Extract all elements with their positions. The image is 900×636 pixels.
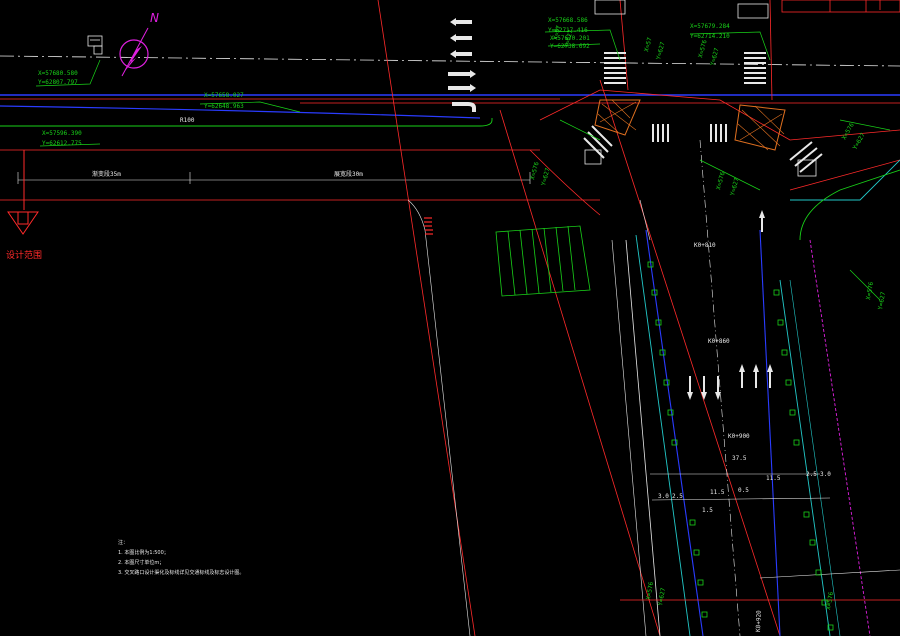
green-lane-table — [495, 225, 591, 297]
zebra-crossing-diagonal-right — [789, 141, 823, 173]
svg-text:X=576: X=576 — [715, 171, 727, 191]
coord-y-2: Y=62648.963 — [204, 103, 244, 110]
svg-text:X=576: X=576 — [529, 161, 541, 181]
zebra-crossing-diagonal-left — [583, 125, 613, 159]
coord-x-6: X=57679.284 — [690, 23, 730, 30]
coord-y-5: Y=62738.692 — [550, 43, 590, 50]
notes-item-1: 1. 本图比例为1:500； — [118, 550, 169, 556]
svg-text:X=576: X=576 — [697, 39, 709, 59]
lane-arrows-main — [448, 18, 476, 112]
coord-x-3: X=57596.390 — [42, 130, 82, 137]
drawing-notes: 注： 1. 本图比例为1:500； 2. 本图尺寸单位m； 3. 交叉路口设计渠… — [118, 538, 244, 578]
svg-text:X=576: X=576 — [825, 591, 835, 610]
radius-label: R100 — [180, 117, 195, 124]
coord-x-5: X=57670.201 — [550, 35, 590, 42]
coord-x-1: X=57680.580 — [38, 70, 78, 77]
svg-text:X=57: X=57 — [643, 36, 654, 52]
svg-text:Y=627: Y=627 — [540, 167, 552, 187]
coord-y-4: Y=62717.416 — [548, 27, 588, 34]
svg-text:Y=627: Y=627 — [657, 587, 667, 606]
dim-4: 0.5 — [738, 487, 749, 494]
green-annotation-blocks: X=57 Y=627 X=57 Y=627 X=576 Y=627 X=576 … — [529, 24, 887, 610]
coord-x-2: X=57658.027 — [204, 92, 244, 99]
design-range-label: 设计范围 — [6, 249, 42, 261]
dim-5: 11.5 — [766, 475, 781, 482]
coord-x-4: X=57668.586 — [548, 17, 588, 24]
station-k0-810: K0+810 — [694, 242, 716, 249]
svg-text:X=576: X=576 — [841, 122, 856, 141]
coord-y-6: Y=62714.210 — [690, 33, 730, 40]
zebra-crossing-center — [652, 124, 727, 142]
svg-text:Y=627: Y=627 — [655, 41, 667, 61]
dim-2: 2.5 — [672, 493, 683, 500]
station-k0-860: K0+860 — [708, 338, 730, 345]
svg-text:Y=627: Y=627 — [877, 291, 887, 310]
notes-title: 注： — [118, 540, 129, 546]
svg-text:X=576: X=576 — [645, 581, 655, 600]
dim-1: 3.0 — [658, 493, 669, 500]
notes-item-2: 2. 本图尺寸单位m； — [118, 560, 165, 566]
coord-y-3: Y=62612.775 — [42, 140, 82, 147]
dim-6: 2.5 — [806, 471, 817, 478]
north-label: N — [150, 11, 159, 25]
svg-text:X=576: X=576 — [865, 281, 875, 300]
dim-3: 11.5 — [710, 489, 725, 496]
north-arrow-icon — [119, 24, 150, 77]
zebra-crossing-north-left — [604, 52, 626, 84]
notes-item-3: 3. 交叉路口设计渠化及标线详见交通标线及标志设计图。 — [118, 570, 245, 576]
zebra-crossing-north-right — [744, 52, 766, 84]
segment-left-label: 渐变段35m — [92, 170, 121, 178]
width-total-label: 37.5 — [732, 455, 747, 462]
station-k0-900: K0+900 — [728, 433, 750, 440]
segment-right-label: 展宽段30m — [334, 170, 363, 178]
station-k0-920: K0+920 — [755, 610, 763, 632]
survey-mark-icon — [87, 35, 103, 55]
svg-text:Y=627: Y=627 — [709, 47, 721, 67]
design-range-arrow-icon — [7, 150, 39, 235]
coordinate-labels: X=57680.580 Y=62807.797 X=57658.027 Y=62… — [38, 17, 730, 147]
dim-7: 3.0 — [820, 471, 831, 478]
coord-y-1: Y=62807.797 — [38, 79, 78, 86]
svg-text:Y=627: Y=627 — [729, 177, 741, 197]
dim-small: 1.5 — [702, 507, 713, 514]
